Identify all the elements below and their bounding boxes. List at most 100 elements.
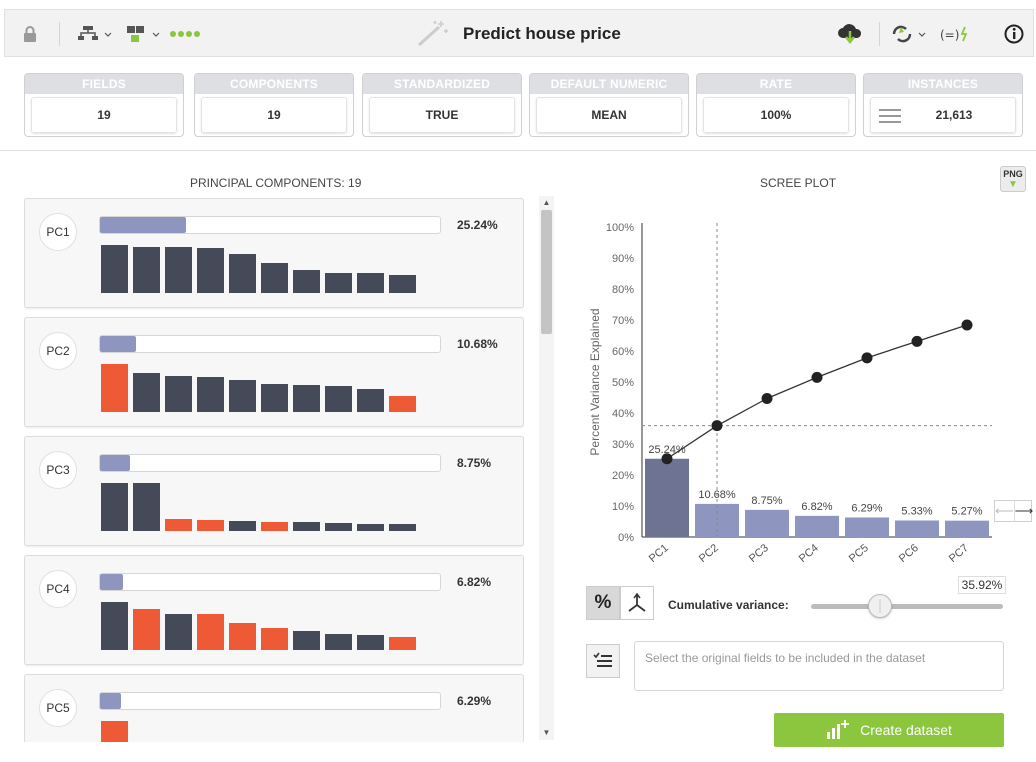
percent-mode-button[interactable]: % <box>586 586 620 620</box>
loading-bar[interactable] <box>293 631 320 650</box>
loading-bar[interactable] <box>229 380 256 412</box>
arrow-left-icon[interactable]: ⟵ <box>995 501 1015 521</box>
loading-bar[interactable] <box>261 384 288 412</box>
scree-bar <box>695 503 739 537</box>
x-tick-label: PC4 <box>797 542 821 565</box>
loading-bar[interactable] <box>325 523 352 531</box>
summary-card-fields: FIELDS 19 <box>24 73 184 137</box>
instances-button[interactable]: 21,613 <box>870 97 1016 133</box>
variance-bar <box>99 573 441 591</box>
loading-bar[interactable] <box>197 614 224 650</box>
loading-bar[interactable] <box>229 623 256 650</box>
recycle-icon[interactable] <box>889 10 929 58</box>
scree-bar-label: 5.27% <box>951 506 982 518</box>
scree-title: SCREE PLOT <box>760 176 837 190</box>
model-tree-icon[interactable] <box>75 10 115 58</box>
loading-bar[interactable] <box>389 637 416 650</box>
slider-handle[interactable] <box>867 594 892 618</box>
loading-bar[interactable] <box>325 386 352 412</box>
loading-bar[interactable] <box>357 273 384 293</box>
component-card[interactable]: PC1 25.24% <box>24 198 524 308</box>
loadings-chart <box>101 721 421 742</box>
ensemble-icon[interactable] <box>123 10 163 58</box>
loading-bar[interactable] <box>389 275 416 293</box>
select-fields-button[interactable] <box>586 644 620 678</box>
loading-bar[interactable] <box>293 385 320 412</box>
scree-bar <box>945 520 989 537</box>
scroll-down-icon[interactable]: ▼ <box>539 726 554 740</box>
loading-bar[interactable] <box>101 483 128 531</box>
y-tick-label: 60% <box>612 346 634 358</box>
variance-percent: 10.68% <box>457 337 498 351</box>
page-title: Predict house price <box>463 24 621 43</box>
loading-bar[interactable] <box>389 396 416 412</box>
variance-bar-fill <box>100 336 137 352</box>
loading-bar[interactable] <box>261 263 288 293</box>
y-tick-label: 0% <box>618 532 634 544</box>
loading-bar[interactable] <box>325 634 352 650</box>
loading-bar[interactable] <box>229 521 256 531</box>
x-tick-label: PC7 <box>947 542 971 565</box>
y-tick-label: 80% <box>612 284 634 296</box>
create-dataset-button[interactable]: Create dataset <box>774 713 1004 747</box>
axes-mode-button[interactable] <box>620 586 654 620</box>
scroll-up-icon[interactable]: ▲ <box>539 196 554 210</box>
loading-bar[interactable] <box>197 520 224 531</box>
loading-bar[interactable] <box>165 614 192 650</box>
loading-bar[interactable] <box>357 635 384 650</box>
loading-bar[interactable] <box>197 377 224 412</box>
add-chart-icon <box>827 720 850 739</box>
toolbar-separator <box>879 22 880 46</box>
info-icon[interactable] <box>1001 10 1027 58</box>
fields-select-input[interactable]: Select the original fields to be include… <box>634 641 1004 691</box>
x-tick-label: PC6 <box>897 542 921 565</box>
loading-bar[interactable] <box>133 609 160 650</box>
lock-icon[interactable] <box>19 10 41 58</box>
variance-bar-fill <box>100 693 122 709</box>
loading-bar[interactable] <box>133 373 160 412</box>
progress-dots-icon <box>167 10 203 58</box>
summary-value: 19 <box>201 97 347 133</box>
loading-bar[interactable] <box>293 270 320 293</box>
summary-label: STANDARDIZED <box>363 74 521 94</box>
loading-bar[interactable] <box>101 245 128 293</box>
loading-bar[interactable] <box>197 248 224 293</box>
loading-bar[interactable] <box>229 254 256 293</box>
loading-bar[interactable] <box>101 602 128 650</box>
loading-bar[interactable] <box>357 524 384 531</box>
summary-value: 19 <box>31 97 177 133</box>
loading-bar[interactable] <box>165 247 192 293</box>
loading-bar[interactable] <box>261 522 288 531</box>
loading-bar[interactable] <box>325 273 352 293</box>
loading-bar[interactable] <box>389 524 416 531</box>
arrow-right-icon[interactable]: ⟶ <box>1015 501 1034 521</box>
loading-bar[interactable] <box>293 522 320 531</box>
loading-bar[interactable] <box>133 247 160 293</box>
cloud-download-icon[interactable] <box>835 10 865 58</box>
components-title: PRINCIPAL COMPONENTS: 19 <box>190 176 362 190</box>
y-tick-label: 50% <box>612 377 634 389</box>
variance-percent: 8.75% <box>457 456 492 470</box>
png-download-button[interactable]: PNG ▼ <box>1000 166 1026 192</box>
component-card[interactable]: PC5 6.29% <box>24 674 524 742</box>
scree-bar-label: 5.33% <box>901 505 932 517</box>
summary-card-default-numeric: DEFAULT NUMERIC MEAN <box>529 73 689 137</box>
cumulative-variance-slider[interactable] <box>811 604 1003 609</box>
component-card[interactable]: PC4 6.82% <box>24 555 524 665</box>
loading-bar[interactable] <box>261 628 288 650</box>
loading-bar[interactable] <box>165 376 192 412</box>
loading-bar[interactable] <box>165 519 192 531</box>
formula-icon[interactable]: (=) <box>937 10 977 58</box>
scree-bar <box>745 509 789 537</box>
loading-bar[interactable] <box>133 483 160 531</box>
loading-bar[interactable] <box>101 721 128 742</box>
loading-bar[interactable] <box>357 389 384 412</box>
loadings-chart <box>101 245 421 293</box>
axes-icon <box>628 592 646 612</box>
loading-bar[interactable] <box>101 364 128 412</box>
scroll-thumb[interactable] <box>541 210 552 334</box>
components-scrollbar[interactable]: ▲ ▼ <box>539 196 554 740</box>
component-card[interactable]: PC3 8.75% <box>24 436 524 546</box>
component-card[interactable]: PC2 10.68% <box>24 317 524 427</box>
cumulative-point <box>861 352 873 364</box>
